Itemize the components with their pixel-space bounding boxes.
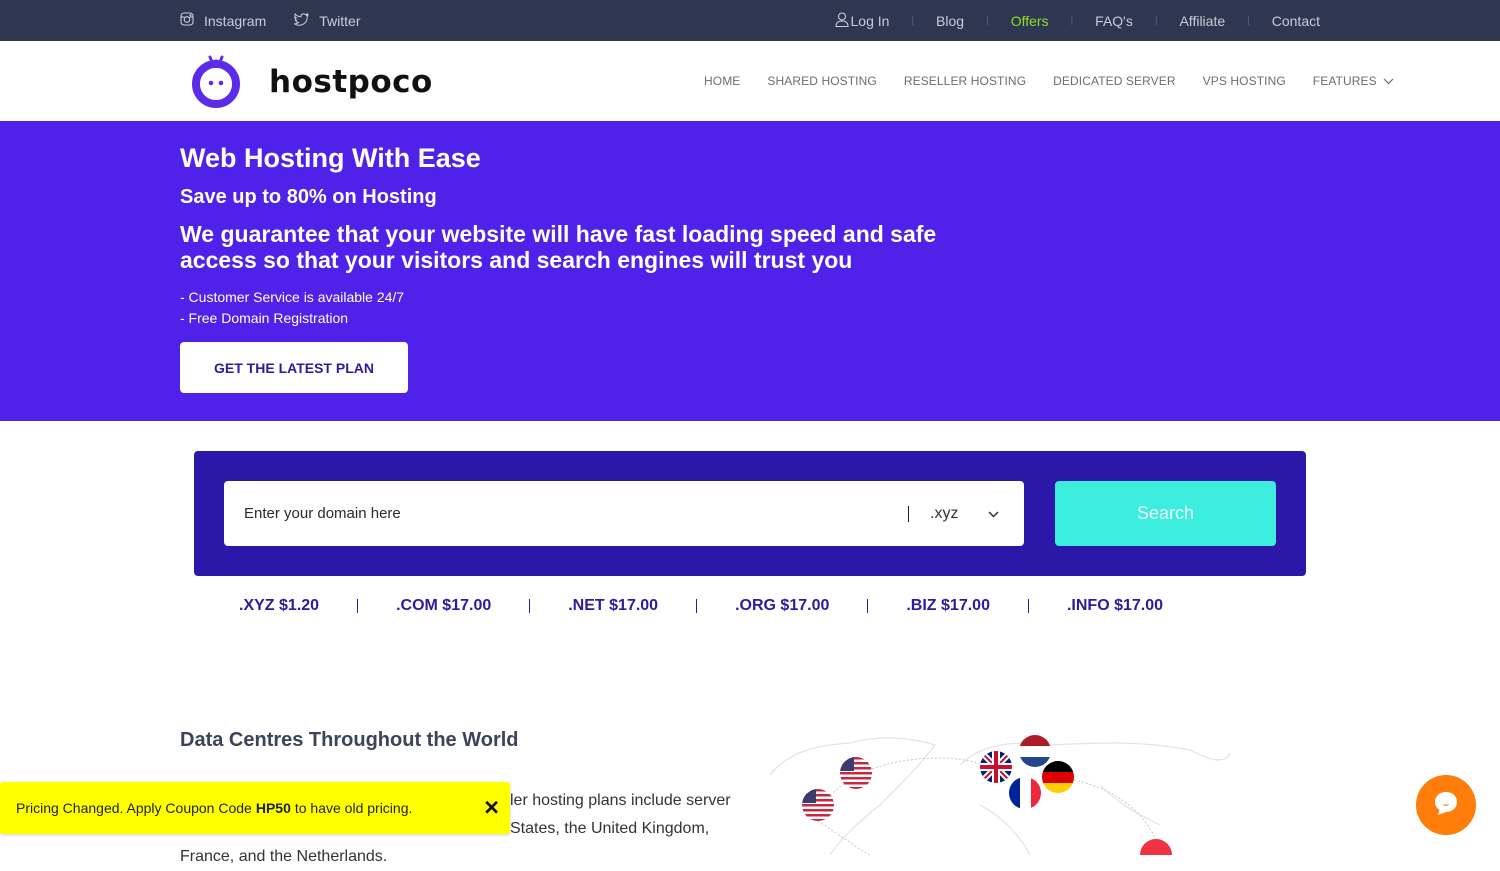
tld-price-net[interactable]: .NET $17.00 (568, 597, 658, 615)
instagram-label: Instagram (204, 12, 267, 29)
domain-search-input[interactable] (224, 481, 884, 546)
logo-link[interactable]: hostpoco (191, 54, 433, 109)
hero-tagline: We guarantee that your website will have… (180, 221, 937, 273)
divider (696, 599, 698, 613)
flag-germany (1042, 761, 1074, 793)
tld-select[interactable]: .xyz (930, 505, 999, 523)
blog-link[interactable]: Blog (936, 13, 964, 29)
hero-title: Web Hosting With Ease (180, 143, 481, 173)
tld-name: .INFO (1066, 597, 1110, 614)
tld-name: .COM (396, 597, 438, 614)
tld-price: $1.20 (279, 597, 320, 614)
affiliate-link[interactable]: Affiliate (1179, 13, 1225, 29)
coupon-banner: Pricing Changed. Apply Coupon Code HP50 … (0, 782, 510, 834)
flag-us-1 (840, 757, 872, 789)
close-icon[interactable]: ✕ (483, 796, 500, 821)
nav-reseller-hosting[interactable]: RESELLER HOSTING (904, 74, 1026, 88)
tld-price-info[interactable]: .INFO $17.00 (1067, 597, 1163, 615)
separator: | (986, 15, 989, 26)
world-map (760, 725, 1240, 856)
contact-link[interactable]: Contact (1272, 13, 1320, 29)
tld-selected-value: .xyz (930, 504, 959, 522)
tld-price-com[interactable]: .COM $17.00 (396, 597, 491, 615)
description-fragment: ler hosting plans include server (510, 792, 731, 809)
nav-shared-hosting[interactable]: SHARED HOSTING (767, 74, 876, 88)
separator: | (1154, 15, 1158, 26)
tld-name: .BIZ (906, 597, 937, 614)
chat-bubble-icon (1432, 789, 1460, 822)
feature-item: - Free Domain Registration (180, 310, 349, 326)
separator: | (1247, 15, 1250, 26)
nav-dedicated-server[interactable]: DEDICATED SERVER (1053, 74, 1176, 88)
hero-features: - Customer Service is available 24/7 - F… (180, 287, 1500, 329)
tld-price-biz[interactable]: .BIZ $17.00 (906, 597, 990, 615)
divider (529, 599, 531, 613)
divider (867, 599, 869, 613)
chevron-down-icon (988, 505, 999, 523)
description-fragment: States, the United Kingdom, (510, 820, 710, 837)
divider (357, 599, 359, 613)
user-icon (834, 11, 849, 30)
flag-france (1009, 777, 1041, 809)
login-label: Log In (850, 12, 890, 29)
tld-price-list: .XYZ $1.20 .COM $17.00 .NET $17.00 .ORG … (239, 597, 1163, 615)
coupon-suffix: to have old pricing. (294, 800, 413, 816)
top-bar: Instagram Twitter Log In | Blog | Offers… (0, 0, 1500, 41)
tld-name: .XYZ (239, 597, 275, 614)
data-centres-title: Data Centres Throughout the World (180, 729, 519, 751)
tld-price: $17.00 (609, 597, 659, 614)
get-latest-plan-button[interactable]: GET THE LATEST PLAN (180, 342, 408, 393)
twitter-link[interactable]: Twitter (294, 12, 361, 29)
instagram-link[interactable]: Instagram (180, 12, 266, 29)
divider (1027, 599, 1029, 613)
offers-link[interactable]: Offers (1011, 13, 1049, 29)
twitter-icon (294, 12, 309, 29)
login-link[interactable]: Log In (834, 11, 890, 30)
utility-nav: Log In | Blog | Offers | FAQ's | Affilia… (834, 0, 1320, 41)
domain-search-button[interactable]: Search (1055, 481, 1276, 546)
tld-price: $17.00 (442, 597, 492, 614)
hero-section: Web Hosting With Ease Save up to 80% on … (0, 121, 1500, 421)
tld-price-xyz[interactable]: .XYZ $1.20 (239, 597, 319, 615)
nav-features[interactable]: FEATURES (1313, 74, 1394, 88)
separator: | (1070, 15, 1074, 26)
flag-uk (980, 751, 1012, 783)
faq-link[interactable]: FAQ's (1095, 13, 1133, 29)
instagram-icon (180, 12, 194, 29)
flag-singapore (1140, 839, 1172, 855)
coupon-prefix: Pricing Changed. Apply Coupon Code (16, 800, 252, 816)
chevron-down-icon (1383, 74, 1394, 88)
domain-search-panel: .xyz Search (194, 451, 1306, 576)
domain-input-wrapper: .xyz (224, 481, 1024, 546)
twitter-label: Twitter (319, 12, 361, 29)
tld-price: $17.00 (780, 597, 830, 614)
tld-name: .NET (568, 597, 605, 614)
hero-subtitle: Save up to 80% on Hosting (180, 186, 437, 208)
social-links: Instagram Twitter (180, 0, 360, 41)
main-nav: HOME SHARED HOSTING RESELLER HOSTING DED… (704, 41, 1394, 121)
tld-price: $17.00 (941, 597, 990, 614)
nav-home[interactable]: HOME (704, 74, 740, 88)
nav-features-label: FEATURES (1312, 74, 1377, 88)
flag-us-2 (802, 789, 834, 821)
logo-icon (191, 54, 241, 109)
coupon-code: HP50 (255, 800, 291, 816)
feature-item: - Customer Service is available 24/7 (180, 289, 405, 305)
nav-vps-hosting[interactable]: VPS HOSTING (1203, 74, 1286, 88)
main-header: hostpoco HOME SHARED HOSTING RESELLER HO… (0, 41, 1500, 121)
chat-button[interactable] (1416, 775, 1476, 835)
tld-divider (908, 505, 909, 522)
separator: | (911, 15, 915, 26)
flag-netherlands (1019, 735, 1051, 767)
description-fragment: France, and the Netherlands. (180, 848, 388, 865)
tld-price: $17.00 (1114, 597, 1164, 614)
tld-price-org[interactable]: .ORG $17.00 (735, 597, 829, 615)
brand-name: hostpoco (269, 63, 433, 100)
tld-name: .ORG (735, 597, 776, 614)
